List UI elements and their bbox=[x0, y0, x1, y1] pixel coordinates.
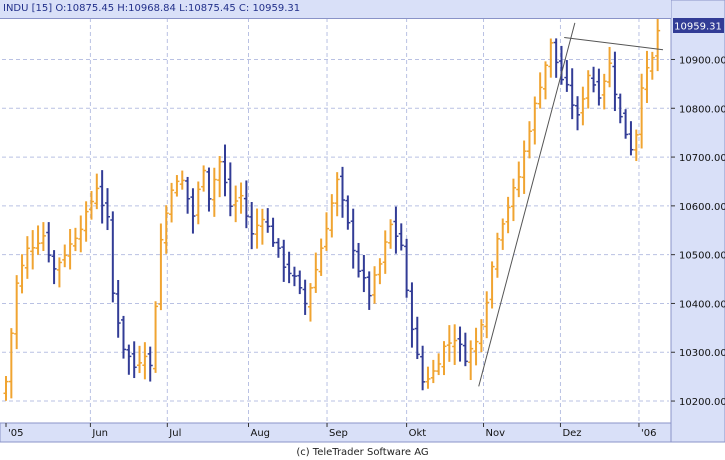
y-tick-label: 10600.00 bbox=[679, 202, 725, 213]
y-tick-label: 10400.00 bbox=[679, 299, 725, 310]
last-price-label: 10959.31 bbox=[674, 22, 722, 33]
x-tick-label: Jul bbox=[168, 428, 181, 439]
ohlc-header-text: INDU [15] O:10875.45 H:10968.84 L:10875.… bbox=[3, 3, 301, 14]
plot-area bbox=[0, 18, 671, 423]
y-tick-label: 10800.00 bbox=[679, 104, 725, 115]
x-tick-label: '06 bbox=[641, 428, 656, 439]
y-tick-label: 10700.00 bbox=[679, 153, 725, 164]
y-tick-label: 10200.00 bbox=[679, 397, 725, 408]
x-tick-label: Jun bbox=[91, 428, 108, 439]
x-tick-label: Dez bbox=[562, 428, 581, 439]
x-tick-label: Sep bbox=[329, 428, 348, 439]
x-tick-label: Nov bbox=[486, 428, 506, 439]
copyright-text: (c) TeleTrader Software AG bbox=[296, 447, 429, 458]
ohlc-header: INDU [15] O:10875.45 H:10968.84 L:10875.… bbox=[0, 0, 671, 19]
price-chart: 10200.00 10300.00 10400.00 10500.00 10600.00… bbox=[0, 0, 725, 443]
chart-frame: INDU [15] O:10875.45 H:10968.84 L:10875.… bbox=[0, 0, 725, 460]
y-tick-label: 10300.00 bbox=[679, 348, 725, 359]
y-tick-label: 10900.00 bbox=[679, 55, 725, 66]
x-tick-label: Okt bbox=[409, 428, 427, 439]
x-tick-label: '05 bbox=[8, 428, 23, 439]
y-tick-label: 10500.00 bbox=[679, 251, 725, 262]
x-tick-label: Aug bbox=[251, 428, 271, 439]
